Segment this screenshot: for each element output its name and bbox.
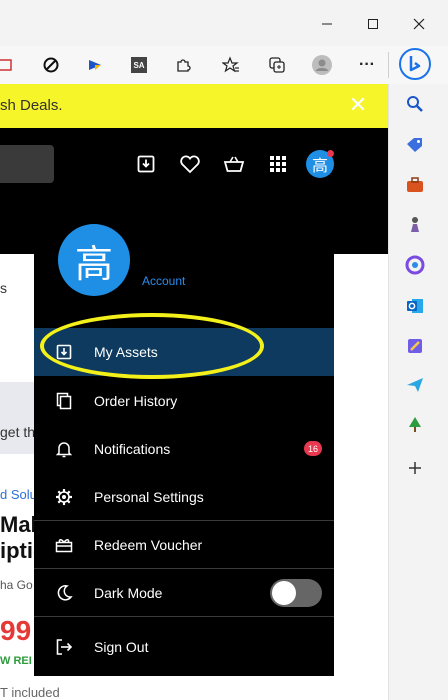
maximize-icon [368, 19, 378, 29]
send-icon[interactable] [400, 370, 430, 400]
more-icon[interactable]: ··· [352, 50, 382, 80]
minimize-icon [322, 23, 332, 25]
promo-banner-text: sh Deals. [0, 97, 63, 114]
account-link[interactable]: Account [142, 274, 185, 288]
toolbar-divider [388, 52, 389, 78]
collections-red-icon[interactable] [0, 50, 20, 80]
menu-divider [34, 616, 334, 617]
menu-item-label: Dark Mode [94, 585, 163, 601]
extension-blue-icon[interactable] [80, 50, 110, 80]
badge-fragment: W REI [0, 655, 32, 667]
price-fragment: 99 [0, 615, 32, 646]
menu-item-label: Notifications [94, 441, 171, 457]
block-icon[interactable] [36, 50, 66, 80]
outlook-icon[interactable] [400, 291, 430, 321]
notification-count-badge: 16 [304, 441, 322, 456]
maximize-button[interactable] [357, 8, 389, 40]
puzzle-icon[interactable] [168, 50, 198, 80]
add-icon[interactable] [400, 453, 430, 483]
page-link-fragment[interactable]: d Solu [0, 487, 37, 502]
menu-item-label: Redeem Voucher [94, 537, 203, 553]
menu-item-personal-settings[interactable]: Personal Settings [34, 473, 334, 521]
avatar-notification-dot [327, 150, 334, 157]
menu-item-redeem-voucher[interactable]: Redeem Voucher [34, 521, 334, 569]
favorites-icon[interactable] [216, 50, 246, 80]
collections-icon[interactable] [262, 50, 292, 80]
menu-item-order-history[interactable]: Order History [34, 377, 334, 425]
page-text-fragment: get th [0, 424, 36, 440]
tree-icon[interactable] [400, 410, 430, 440]
menu-item-label: Personal Settings [94, 489, 204, 505]
chess-icon[interactable] [400, 210, 430, 240]
tag-icon[interactable] [400, 130, 430, 160]
search-input[interactable] [0, 145, 54, 183]
site-header [0, 128, 388, 254]
close-window-button[interactable] [403, 8, 435, 40]
moon-icon [34, 584, 94, 602]
cart-basket-icon[interactable] [220, 150, 248, 178]
copy-icon [34, 392, 94, 410]
info-box [0, 382, 36, 454]
tax-note-fragment: T included [0, 685, 60, 700]
menu-item-notifications[interactable]: Notifications [34, 425, 334, 473]
bing-icon [399, 48, 431, 80]
gift-icon [34, 537, 94, 553]
bing-copilot-button[interactable] [397, 46, 433, 82]
office-icon[interactable] [400, 250, 430, 280]
designer-icon[interactable] [400, 331, 430, 361]
gear-icon [34, 488, 94, 506]
bell-icon [34, 440, 94, 458]
close-icon [413, 18, 425, 30]
apps-grid-icon[interactable] [264, 150, 292, 178]
search-icon[interactable] [400, 89, 430, 119]
annotation-highlight-ellipse [40, 313, 264, 379]
menu-item-sign-out[interactable]: Sign Out [34, 623, 334, 671]
close-icon[interactable]: ✕ [349, 92, 367, 117]
dark-mode-toggle-knob[interactable] [272, 581, 296, 605]
page-text-fragment: s [0, 280, 7, 296]
menu-item-label: Sign Out [94, 639, 149, 655]
banner-close-button[interactable]: ✕ [346, 93, 370, 117]
profile-icon[interactable] [307, 50, 337, 80]
sign-out-icon [34, 638, 94, 656]
toolbox-icon[interactable] [400, 170, 430, 200]
sa-extension-icon[interactable]: SA [124, 50, 154, 80]
download-box-icon[interactable] [132, 150, 160, 178]
product-author-fragment: ha Go [0, 578, 33, 592]
minimize-button[interactable] [311, 8, 343, 40]
account-avatar[interactable]: 高 [58, 224, 130, 296]
wishlist-heart-icon[interactable] [176, 150, 204, 178]
menu-item-label: Order History [94, 393, 178, 409]
